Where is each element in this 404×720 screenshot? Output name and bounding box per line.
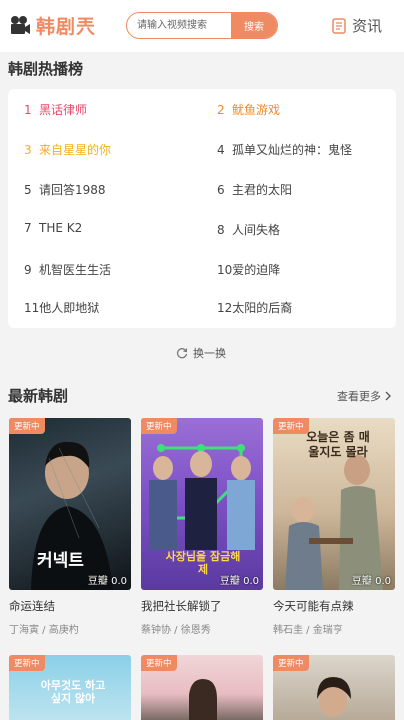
- drama-poster[interactable]: 오늘은 좀 매울지도 몰라 更新中 豆瓣 0.0: [273, 418, 395, 590]
- drama-poster[interactable]: 아무것도 하고 싶지 않아 更新中: [9, 655, 131, 720]
- update-badge: 更新中: [141, 418, 177, 434]
- swap-label: 换一换: [193, 347, 226, 360]
- update-badge: 更新中: [9, 655, 45, 671]
- rank-item[interactable]: 2 鱿鱼游戏: [217, 101, 280, 118]
- logo[interactable]: 韩剧兲: [8, 12, 96, 39]
- chevron-right-icon: [385, 391, 391, 401]
- logo-text: 韩剧兲: [36, 16, 97, 38]
- rank-title: 请回答1988: [39, 183, 106, 197]
- drama-poster[interactable]: 更新中: [273, 655, 395, 720]
- rank-item[interactable]: 11 他人即地狱: [24, 299, 99, 316]
- rank-number: 1: [24, 102, 32, 117]
- refresh-icon: [176, 348, 188, 359]
- rank-title: 他人即地狱: [39, 301, 100, 315]
- drama-card[interactable]: 아무것도 하고 싶지 않아 更新中: [9, 655, 131, 720]
- search-bar: 搜索: [126, 12, 278, 39]
- rank-title: 来自星星的你: [39, 143, 112, 157]
- rank-title: 鱿鱼游戏: [232, 103, 281, 117]
- latest-section-title: 最新韩剧: [8, 387, 69, 405]
- rank-item[interactable]: 12 太阳的后裔: [217, 299, 292, 316]
- rank-title: 孤单又灿烂的神：鬼怪: [232, 143, 353, 157]
- rank-item[interactable]: 10 爱的迫降: [217, 261, 280, 278]
- drama-poster[interactable]: 更新中: [141, 655, 263, 720]
- drama-title[interactable]: 命运连结: [9, 598, 131, 614]
- poster-title-text: 아무것도 하고 싶지 않아: [40, 679, 106, 705]
- view-more-link[interactable]: 查看更多: [337, 388, 392, 404]
- douban-score: 豆瓣 0.0: [219, 576, 259, 587]
- poster-title-text: 오늘은 좀 매울지도 몰라: [306, 430, 370, 459]
- rank-title: 太阳的后裔: [232, 301, 293, 315]
- drama-card[interactable]: 更新中: [273, 655, 395, 720]
- rank-item[interactable]: 6 主君的太阳: [217, 181, 292, 198]
- drama-title[interactable]: 我把社长解锁了: [141, 598, 263, 614]
- hot-section-title: 韩剧热播榜: [8, 60, 84, 78]
- update-badge: 更新中: [9, 418, 45, 434]
- douban-score: 豆瓣 0.0: [351, 576, 391, 587]
- news-label: 资讯: [352, 17, 383, 35]
- rank-number: 9: [24, 262, 32, 277]
- app-header: 韩剧兲 搜索 资讯: [0, 0, 404, 52]
- drama-cast: 丁海寅 / 高庚杓: [9, 625, 79, 636]
- rank-number: 6: [217, 182, 225, 197]
- drama-card[interactable]: 커넥트 更新中 豆瓣 0.0 命运连结 丁海寅 / 高庚杓: [9, 418, 131, 636]
- drama-card[interactable]: 오늘은 좀 매울지도 몰라 更新中 豆瓣 0.0 今天可能有点辣 韩石圭 / 金…: [273, 418, 395, 636]
- rank-item[interactable]: 5 请回答1988: [24, 181, 106, 198]
- rank-title: 爱的迫降: [232, 263, 281, 277]
- hot-ranking-list: 1 黑话律师 2 鱿鱼游戏 3 来自星星的你 4 孤单又灿烂的神：鬼怪 5 请回…: [8, 89, 396, 328]
- drama-card[interactable]: 사장님을 잠금해제 更新中 豆瓣 0.0 我把社长解锁了 蔡钟协 / 徐恩秀: [141, 418, 263, 636]
- rank-title: 人间失格: [232, 223, 281, 237]
- drama-poster[interactable]: 커넥트 更新中 豆瓣 0.0: [9, 418, 131, 590]
- rank-number: 3: [24, 142, 32, 157]
- rank-number: 12: [217, 300, 233, 315]
- rank-number: 2: [217, 102, 225, 117]
- rank-title: 黑话律师: [39, 103, 88, 117]
- rank-number: 5: [24, 182, 32, 197]
- drama-title[interactable]: 今天可能有点辣: [273, 598, 395, 614]
- search-button[interactable]: 搜索: [231, 13, 277, 38]
- rank-number: 11: [24, 300, 40, 315]
- film-camera-icon: [11, 15, 30, 34]
- rank-number: 4: [217, 142, 225, 157]
- drama-poster[interactable]: 사장님을 잠금해제 更新中 豆瓣 0.0: [141, 418, 263, 590]
- drama-cast: 蔡钟协 / 徐恩秀: [141, 625, 211, 636]
- poster-title-text: 커넥트: [37, 551, 84, 571]
- rank-number: 8: [217, 222, 225, 237]
- rank-title: 主君的太阳: [232, 183, 293, 197]
- rank-item[interactable]: 7 THE K2: [24, 221, 82, 235]
- swap-button[interactable]: 换一换: [176, 345, 226, 361]
- update-badge: 更新中: [273, 655, 309, 671]
- rank-title: 机智医生生活: [39, 263, 112, 277]
- rank-item[interactable]: 8 人间失格: [217, 221, 280, 238]
- douban-score: 豆瓣 0.0: [87, 576, 127, 587]
- rank-number: 7: [24, 221, 32, 235]
- rank-title: THE K2: [39, 221, 83, 235]
- rank-item[interactable]: 9 机智医生生活: [24, 261, 111, 278]
- update-badge: 更新中: [273, 418, 309, 434]
- document-icon: [332, 17, 346, 34]
- news-link[interactable]: 资讯: [332, 15, 382, 36]
- rank-item[interactable]: 1 黑话律师: [24, 101, 87, 118]
- view-more-label: 查看更多: [337, 390, 381, 403]
- drama-card[interactable]: 更新中: [141, 655, 263, 720]
- update-badge: 更新中: [141, 655, 177, 671]
- rank-item[interactable]: 4 孤单又灿烂的神：鬼怪: [217, 141, 352, 158]
- drama-cast: 韩石圭 / 金瑞亨: [273, 625, 343, 636]
- rank-number: 10: [217, 262, 233, 277]
- rank-item[interactable]: 3 来自星星的你: [24, 141, 111, 158]
- search-input[interactable]: [127, 13, 231, 38]
